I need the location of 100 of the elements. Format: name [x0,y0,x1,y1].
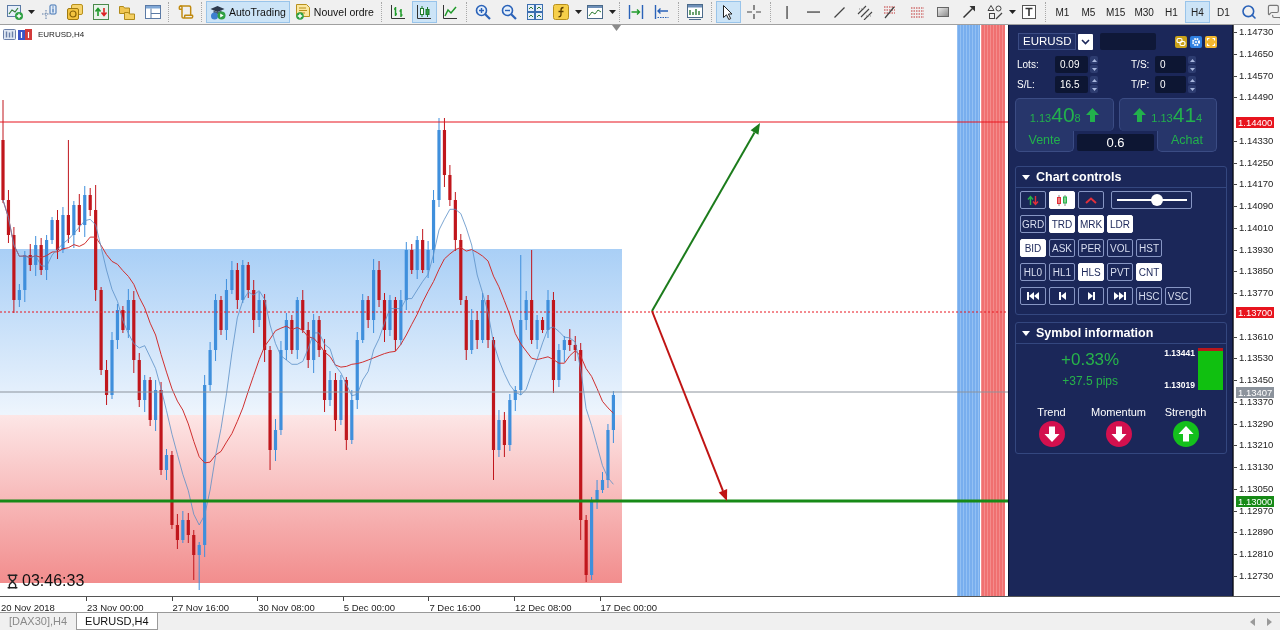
time-label: 30 Nov 08:00 [258,602,315,612]
horizontal-line-icon [806,11,820,13]
graduation-cap-icon [210,4,226,20]
shapes-icon [987,4,1004,20]
dropdown-button[interactable] [1078,33,1093,50]
frame-icon[interactable] [1205,35,1217,48]
window-grid-icon [527,4,544,20]
price-tick-label: 1.12970 [1239,505,1274,516]
search-icon [1241,4,1258,20]
toggle-button[interactable]: VOL [1107,239,1133,257]
sell-button[interactable]: 1.13408 [1015,98,1114,131]
price-tick-label: 1.13450 [1239,375,1274,385]
toggle-button[interactable] [1020,191,1046,209]
price-tick-label: 1.13610 [1239,331,1274,342]
symbol-select[interactable]: EURUSD [1018,33,1076,50]
function-icon [553,4,570,20]
field-label: T/S: [1131,59,1151,70]
price-tick-label: 1.14250 [1239,157,1274,168]
trend-line-icon [833,6,845,18]
toggle-button[interactable]: MRK [1078,215,1104,233]
toggle-button[interactable]: TRD [1049,215,1075,233]
toggle-button[interactable]: PVT [1107,263,1133,281]
timeframe-button[interactable]: M1 [1049,1,1075,23]
caret-up-icon [1091,78,1097,82]
toggle-button[interactable]: HSC [1136,287,1162,305]
time-label: 27 Nov 16:00 [172,602,230,612]
settings-icon[interactable] [1190,35,1202,48]
section-header[interactable]: Symbol information [1016,323,1226,344]
spin-down-button[interactable] [1090,85,1098,93]
spin-up-button[interactable] [1188,76,1196,84]
autotrading-button[interactable]: AutoTrading [206,1,290,23]
toggle-button[interactable]: ASK [1049,239,1075,257]
buy-button[interactable]: 1.13414 [1118,98,1217,131]
slider-track[interactable] [1111,191,1192,209]
toggle-button[interactable]: HL1 [1049,263,1075,281]
toggle-button[interactable]: HL0 [1020,263,1046,281]
price-marker: 1.13700 [1236,306,1275,318]
timeframe-button[interactable]: H1 [1158,1,1184,23]
price-tick-label: 1.14570 [1239,70,1274,81]
timeframe-button[interactable]: D1 [1210,1,1236,23]
time-label: 20 Nov 2018 [1,602,55,612]
buy-tab[interactable]: Achat [1157,131,1217,152]
spin-up-button[interactable] [1090,56,1098,64]
input-field[interactable]: 16.5 [1055,76,1088,93]
up-down-arrows-icon [1027,194,1039,206]
timeframe-button[interactable]: M30 [1130,1,1158,23]
spin-down-button[interactable] [1090,65,1098,73]
ohlc-bars-icon [390,4,407,20]
input-field[interactable]: 0 [1155,76,1186,93]
input-field[interactable]: 0.09 [1055,56,1088,73]
price-tick-label: 1.14010 [1239,222,1274,233]
new-order-button[interactable]: Nouvel ordre [290,1,378,23]
slider-thumb[interactable] [1150,194,1163,206]
timeframe-button[interactable]: M15 [1101,1,1130,23]
caret-down-icon [1022,330,1030,336]
toggle-button[interactable]: LDR [1107,215,1133,233]
toggle-button[interactable]: HLS [1078,263,1104,281]
spin-up-button[interactable] [1188,56,1196,64]
zoom-in-icon [475,4,492,20]
tool-button[interactable] [715,1,741,23]
toggle-button[interactable]: VSC [1165,287,1191,305]
input-field[interactable]: 0 [1155,56,1186,73]
zoom-out-icon [501,4,518,20]
price-tick-label: 1.13210 [1239,440,1274,451]
section-header[interactable]: Chart controls [1016,167,1226,188]
price-tick-label: 1.13050 [1239,483,1274,494]
timeframe-button[interactable]: M5 [1075,1,1101,23]
chart-tab[interactable]: EURUSD,H4 [76,613,158,630]
toggle-button[interactable]: CNT [1136,263,1162,281]
toggle-button[interactable]: PER [1078,239,1104,257]
link-icon[interactable] [1175,35,1187,48]
price-marker: 1.13407 [1236,386,1275,398]
candlestick-icon [416,4,433,20]
nav-button[interactable] [1078,287,1104,305]
price-tick-label: 1.14490 [1239,92,1274,103]
caret-down-icon [1091,67,1097,71]
timeframe-button[interactable]: H4 [1184,1,1210,23]
spin-down-button[interactable] [1188,65,1196,73]
sell-tab[interactable]: Vente [1015,131,1074,152]
scroll-icon [177,4,194,20]
caret-up-icon [1189,78,1195,82]
chart-type-button[interactable] [411,1,437,23]
spin-down-button[interactable] [1188,85,1196,93]
price-tick-label: 1.13530 [1239,353,1274,364]
skip-back-icon [1027,292,1039,300]
toggle-button[interactable] [1078,191,1104,209]
nav-button[interactable] [1020,287,1046,305]
caret-down-icon [608,10,616,14]
indicator-label: Strength [1164,406,1207,419]
field-label: S/L: [1017,79,1036,90]
toggle-button[interactable]: GRD [1020,215,1046,233]
toggle-button[interactable]: BID [1020,239,1046,257]
countdown-timer: 03:46:33 [22,572,85,590]
caret-down-icon [28,10,35,14]
toggle-button[interactable]: HST [1136,239,1162,257]
nav-button[interactable] [1107,287,1133,305]
nav-button[interactable] [1049,287,1075,305]
spin-up-button[interactable] [1090,76,1098,84]
window-bars-icon [3,29,16,40]
input-field[interactable] [1100,33,1156,50]
